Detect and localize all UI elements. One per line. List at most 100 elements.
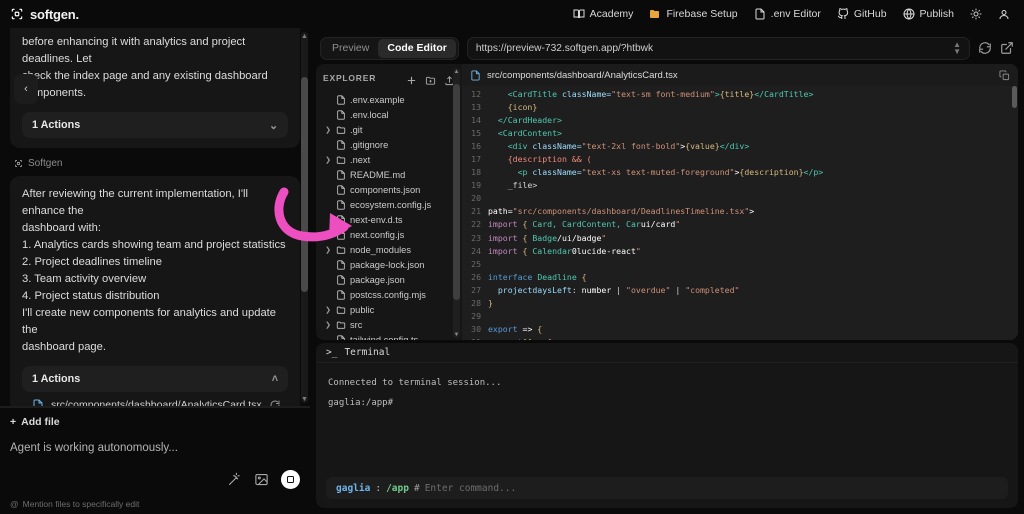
brand[interactable]: softgen. [10, 7, 79, 22]
chat-scrollbar-thumb[interactable] [301, 77, 308, 292]
file-tree-item[interactable]: ❯.git [318, 122, 460, 137]
file-tree-item[interactable]: ❯.gitignore [318, 137, 460, 152]
actions-toggle[interactable]: 1 Actions ˄ [22, 366, 288, 392]
scroll-up-arrow-icon[interactable]: ▲ [453, 68, 460, 75]
file-icon [336, 140, 346, 150]
chat-footer-text: Mention files to specifically edit [23, 499, 140, 509]
chevron-right-icon[interactable]: ❯ [324, 126, 332, 134]
magic-wand-icon[interactable] [227, 472, 242, 487]
chat-input[interactable]: Agent is working autonomously... [10, 442, 300, 454]
code-line: 28} [462, 297, 1018, 310]
tab-code-editor[interactable]: Code Editor [378, 39, 456, 58]
code-line-text: <CardContent> [488, 128, 1018, 138]
chevron-down-icon: ⌄ [269, 119, 278, 132]
new-folder-icon[interactable] [425, 73, 436, 84]
sun-theme-icon [970, 8, 982, 20]
nav-publish[interactable]: Publish [903, 8, 954, 20]
code-line-text: {description && ( [488, 154, 1018, 164]
file-tree-item[interactable]: ❯README.md [318, 167, 460, 182]
file-tree-item[interactable]: ❯postcss.config.mjs [318, 287, 460, 302]
code-line: 27 projectdaysLeft: number | "overdue" |… [462, 283, 1018, 296]
file-tree-item[interactable]: ❯.env.example [318, 92, 460, 107]
folder-yellow-icon [649, 8, 661, 20]
code-line: 13 {icon} [462, 100, 1018, 113]
refresh-icon[interactable] [978, 41, 992, 55]
nav-github[interactable]: GitHub [837, 8, 887, 20]
code-scrollbar-thumb[interactable] [1012, 86, 1017, 108]
collapse-panel-button[interactable]: ‹ [14, 74, 38, 104]
line-number: 16 [462, 141, 488, 151]
book-open-icon [573, 8, 585, 20]
file-tree-item[interactable]: ❯ .next [318, 152, 460, 167]
file-tree[interactable]: ❯.env.example❯.env.local❯.git❯.gitignore… [316, 88, 462, 340]
explorer-scrollbar[interactable]: ▲ ▼ [453, 68, 460, 338]
file-tree-item-label: components.json [350, 185, 420, 195]
open-external-icon[interactable] [1000, 41, 1014, 55]
file-tree-item[interactable]: ❯package-lock.json [318, 257, 460, 272]
code-line-text: <p className="text-xs text-muted-foregro… [488, 167, 1018, 177]
image-icon[interactable] [254, 472, 269, 487]
plus-icon[interactable] [406, 73, 417, 84]
copy-icon[interactable] [999, 70, 1010, 81]
file-tree-item[interactable]: ❯package.json [318, 272, 460, 287]
file-tree-item[interactable]: ❯components.json [318, 182, 460, 197]
code-scrollbar[interactable] [1011, 86, 1018, 340]
scroll-down-arrow-icon[interactable]: ▼ [453, 331, 460, 338]
file-icon [336, 230, 346, 240]
file-code-icon [470, 70, 481, 81]
line-number: 12 [462, 89, 488, 99]
file-tree-item[interactable]: ❯.env.local [318, 107, 460, 122]
active-file-tab[interactable]: src/components/dashboard/AnalyticsCard.t… [462, 64, 1018, 86]
line-number: 23 [462, 233, 488, 243]
file-tree-item[interactable]: ❯node_modules [318, 242, 460, 257]
nav-academy[interactable]: Academy [573, 8, 634, 20]
explorer-scrollbar-thumb[interactable] [453, 84, 460, 300]
chat-composer: + Add file Agent is working autonomously… [0, 407, 310, 493]
file-tree-item-label: .env.example [350, 95, 405, 105]
file-tree-item[interactable]: ❯ecosystem.config.js [318, 197, 460, 212]
file-tree-item[interactable]: ❯src [318, 317, 460, 332]
url-bar[interactable]: https://preview-732.softgen.app/?htbwk ▲… [467, 37, 970, 60]
file-tree-item-label: .gitignore [350, 140, 388, 150]
code-pane: src/components/dashboard/AnalyticsCard.t… [462, 64, 1018, 340]
file-icon [336, 170, 346, 180]
actions-toggle[interactable]: 1 Actions ⌄ [22, 112, 288, 138]
line-number: 19 [462, 180, 488, 190]
file-icon [336, 110, 346, 120]
file-tree-item-label: .next [350, 155, 370, 165]
user-account-button[interactable] [998, 8, 1010, 20]
code-line-text: import { Badge/ui/badge" [488, 233, 1018, 243]
terminal-input[interactable]: gaglia : /app # Enter command... [326, 477, 1008, 499]
theme-toggle-button[interactable] [970, 8, 982, 20]
file-tree-item[interactable]: ❯public [318, 302, 460, 317]
chat-scrollbar[interactable]: ▲ ▼ [301, 32, 308, 403]
nav-env-editor-label: .env Editor [771, 8, 821, 20]
code-line-text: <div className="text-2xl font-bold">{val… [488, 141, 1018, 151]
code-line-text: export => { [488, 324, 1018, 334]
globe-icon [903, 8, 915, 20]
action-file-row[interactable]: src/components/dashboard/AnalyticsCard.t… [22, 392, 288, 407]
chevron-right-icon[interactable]: ❯ [324, 321, 332, 329]
chevron-right-icon[interactable]: ❯ [324, 246, 332, 254]
stepper-updown-icon[interactable]: ▲▼ [953, 41, 961, 55]
file-icon [336, 275, 346, 285]
file-tree-item[interactable]: ❯next.config.js [318, 227, 460, 242]
file-tree-item[interactable]: ❯next-env.d.ts [318, 212, 460, 227]
file-explorer: EXPLORER ❯.e [316, 64, 462, 340]
tab-preview[interactable]: Preview [323, 39, 378, 58]
chevron-right-icon[interactable]: ❯ [324, 306, 332, 314]
add-file-button[interactable]: + Add file [10, 416, 300, 428]
code-content[interactable]: 12 <CardTitle className="text-sm font-me… [462, 86, 1018, 340]
nav-firebase-setup[interactable]: Firebase Setup [649, 8, 737, 20]
scroll-down-arrow-icon[interactable]: ▼ [301, 395, 308, 403]
message-line: before enhancing it with analytics and p… [22, 34, 288, 68]
chevron-right-icon[interactable]: ❯ [324, 156, 332, 164]
file-tree-item[interactable]: ❯tailwind.config.ts [318, 332, 460, 340]
panel-divider [0, 406, 310, 407]
scroll-up-arrow-icon[interactable]: ▲ [301, 32, 308, 40]
stop-button-icon[interactable] [281, 470, 300, 489]
code-line: 26interface Deadline { [462, 270, 1018, 283]
nav-env-editor[interactable]: .env Editor [754, 8, 821, 20]
explorer-title: EXPLORER [323, 73, 376, 83]
file-tree-item-label: .env.local [350, 110, 389, 120]
